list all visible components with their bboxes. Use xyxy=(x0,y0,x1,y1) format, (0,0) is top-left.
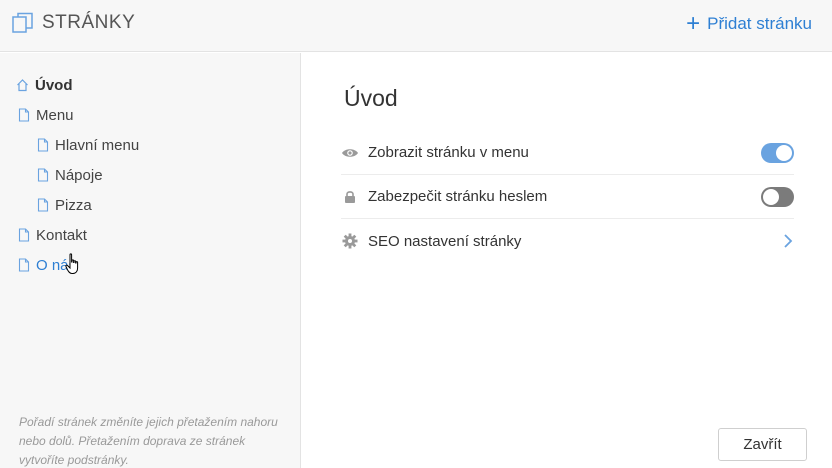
tree-item-label: Menu xyxy=(36,106,74,124)
chevron-right-icon xyxy=(784,234,793,248)
plus-icon: + xyxy=(686,10,701,37)
setting-label: Zabezpečit stránku heslem xyxy=(368,188,548,205)
tree-item-menu[interactable]: Menu xyxy=(18,105,74,125)
gear-icon xyxy=(341,232,359,250)
setting-label: Zobrazit stránku v menu xyxy=(368,144,529,161)
tree-item-hlavni-menu[interactable]: Hlavní menu xyxy=(37,135,139,155)
show-in-menu-toggle[interactable] xyxy=(761,142,794,163)
toggle-knob xyxy=(763,188,779,205)
setting-password-protect: Zabezpečit stránku heslem xyxy=(341,175,794,219)
page-icon xyxy=(37,168,49,182)
home-icon xyxy=(17,79,28,92)
reorder-hint: Pořadí stránek změníte jejich přetažením… xyxy=(19,415,278,467)
tree-item-label: Úvod xyxy=(35,76,73,94)
header-title-group: STRÁNKY xyxy=(12,12,135,34)
page-icon xyxy=(37,138,49,152)
tree-item-uvod[interactable]: Úvod xyxy=(16,75,73,95)
page-icon xyxy=(18,108,30,122)
password-protect-toggle[interactable] xyxy=(761,186,794,207)
add-page-label: Přidat stránku xyxy=(707,14,812,33)
tree-item-label: Pizza xyxy=(55,196,92,214)
tree-item-label: Kontakt xyxy=(36,226,87,244)
hand-cursor-icon xyxy=(65,253,79,274)
page-title: STRÁNKY xyxy=(42,12,136,33)
pages-sidebar: Úvod Menu Hlavní menu Nápoje Pizza Konta… xyxy=(0,53,301,468)
tree-item-label: Hlavní menu xyxy=(55,136,140,154)
header-bar: STRÁNKY + Přidat stránku xyxy=(0,0,832,52)
toggle-knob xyxy=(776,144,792,161)
tree-item-pizza[interactable]: Pizza xyxy=(37,195,92,215)
tree-item-kontakt[interactable]: Kontakt xyxy=(18,225,87,245)
page-detail-panel: Úvod Zobrazit stránku v menu Zabezpečit … xyxy=(301,53,832,468)
tree-item-napoje[interactable]: Nápoje xyxy=(37,165,103,185)
tree-item-label: Nápoje xyxy=(55,166,103,184)
setting-label: SEO nastavení stránky xyxy=(368,232,522,250)
pages-icon xyxy=(12,12,33,33)
page-icon xyxy=(37,198,49,212)
page-heading: Úvod xyxy=(344,85,398,111)
lock-icon xyxy=(341,188,359,206)
add-page-button[interactable]: + Přidat stránku xyxy=(686,10,812,37)
setting-seo[interactable]: SEO nastavení stránky xyxy=(341,219,794,263)
setting-show-in-menu: Zobrazit stránku v menu xyxy=(341,131,794,175)
page-icon xyxy=(18,258,30,272)
page-icon xyxy=(18,228,30,242)
eye-icon xyxy=(341,144,359,162)
close-button[interactable]: Zavřít xyxy=(718,428,807,461)
